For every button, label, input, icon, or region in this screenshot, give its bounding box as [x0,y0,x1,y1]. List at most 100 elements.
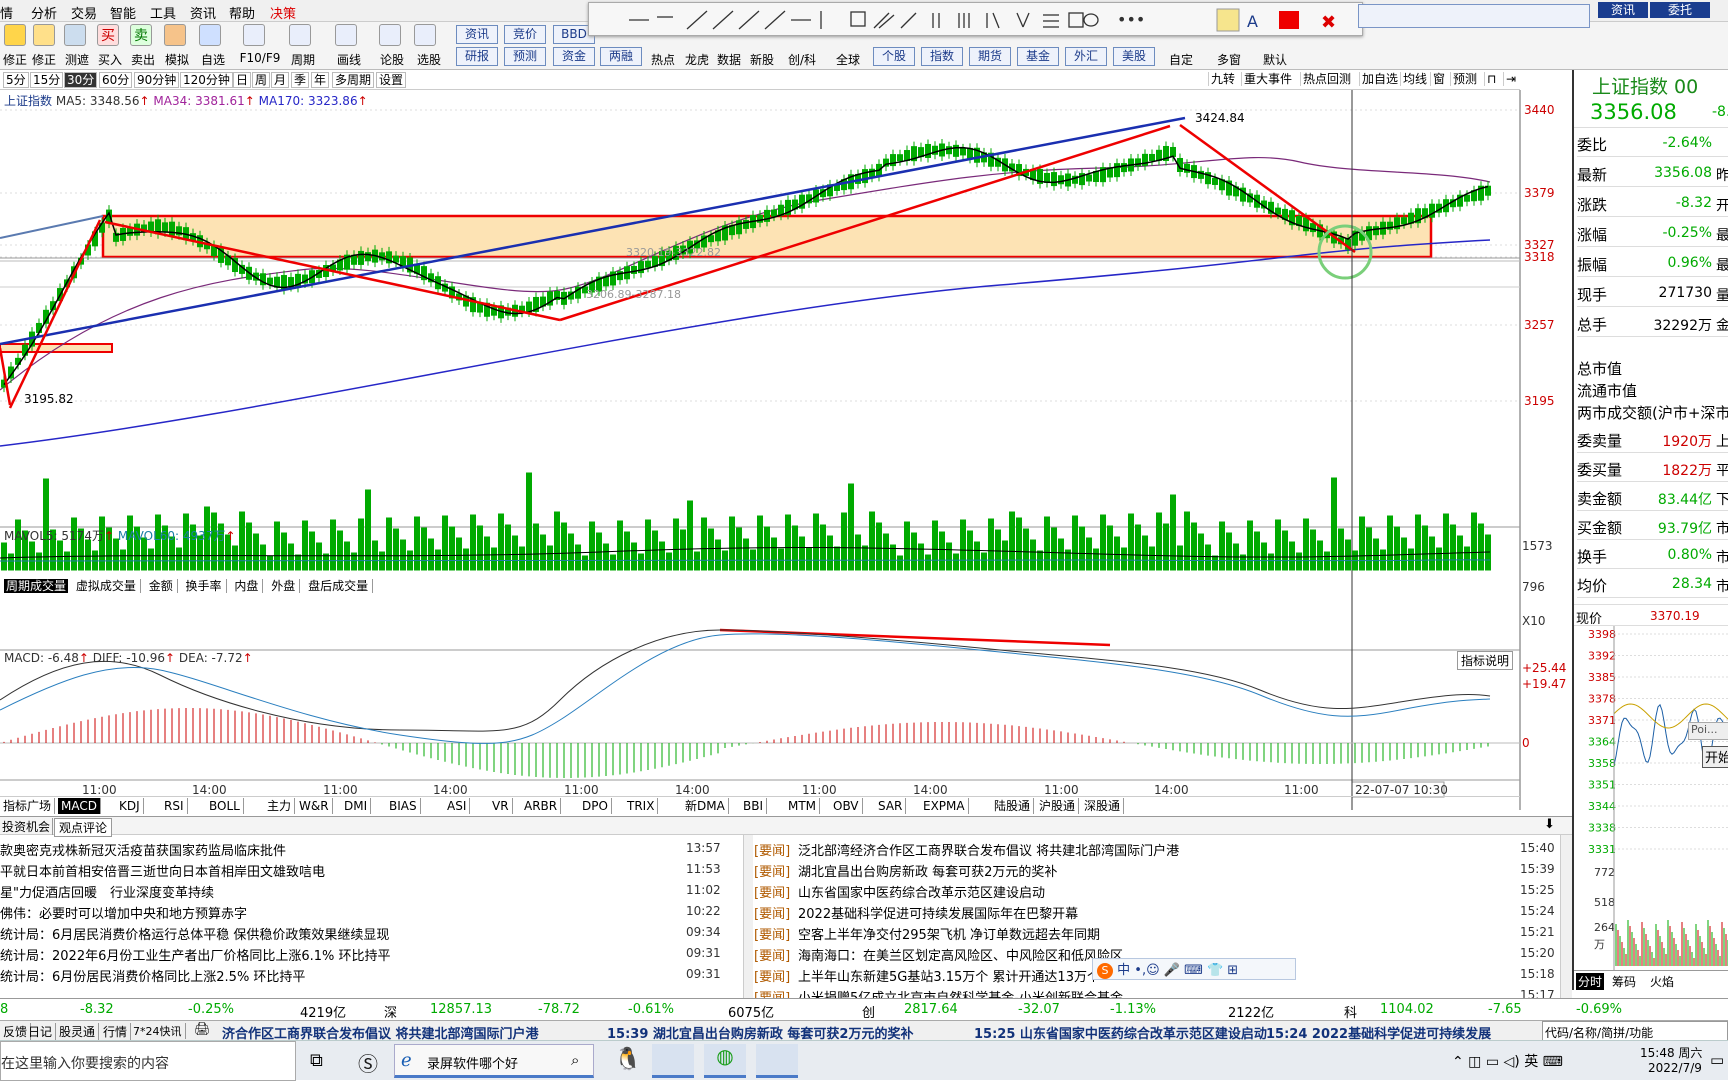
vol-tab-period[interactable]: 周期成交量 [4,579,69,593]
data-button[interactable]: 数据 [714,51,744,68]
lock-icon[interactable]: ⊓ [1484,72,1496,86]
kline-chart-svg[interactable]: 3440337933273318325731951573796X10+25.44… [0,90,1572,810]
indicator-tab[interactable]: 深股通 [1081,798,1125,814]
watchlist-icon[interactable] [199,24,221,46]
ime-toolbar[interactable]: S 中 •,☺ 🎤 ⌨ 👕 ⊞ [1092,958,1296,980]
news-left-item[interactable]: 统计局：6月居民消费价格运行总体平稳 保供稳价政策效果继续显现 [0,924,389,943]
indicator-tab[interactable]: ARBR [521,798,562,814]
f10-icon[interactable] [243,24,265,46]
indicator-tab[interactable]: ASI [444,798,471,814]
vol-tab-virtual[interactable]: 虚拟成交量 [71,579,141,593]
stock-button[interactable]: 个股 [873,47,915,66]
menu-item-smart[interactable]: 智能 [110,3,136,22]
period-90m[interactable]: 90分钟 [134,72,180,88]
sell-icon[interactable]: 卖 [130,24,152,46]
indicator-tab[interactable]: VR [489,798,513,814]
menu-item-analysis[interactable]: 分析 [31,3,57,22]
news-right-item[interactable]: 泛北部湾经济合作区工商界联合发布倡议 将共建北部湾国际门户港 [798,840,1179,859]
ticker-quotes[interactable]: 行情 [100,1023,132,1040]
intraday-mini-chart[interactable]: 3398 3392 3385 3378 3371 3364 3358 3351 3344 3338… [1574,626,1728,970]
toolbar-label-watchlist[interactable]: 自选 [198,51,228,68]
hot-button[interactable]: 热点 [648,51,678,68]
indicator-tab[interactable]: MTM [785,798,821,814]
default-button[interactable]: 默认 [1260,51,1290,68]
fix-icon[interactable] [33,24,55,46]
news-left-item[interactable]: 统计局：2022年6月份工业生产者出厂价格同比上涨6.1% 环比持平 [0,945,391,964]
toolbar-label-simulate[interactable]: 模拟 [162,51,192,68]
kline-chart-area[interactable]: 3440 3379 3327 3318 3257 3195 1573 796 X10 +25.44… [0,90,1572,810]
toolbar-label-period[interactable]: 周期 [288,51,318,68]
collapse-icon[interactable]: ⇥ [1503,72,1516,86]
taskbar-ie-item[interactable]: ℯ 录屏软件哪个好 ⌕ [394,1044,594,1078]
toolbar-label-f10[interactable]: F10/F9 [238,51,282,65]
taskbar-search[interactable]: 在这里输入你要搜索的内容 [0,1041,296,1081]
news-left-item[interactable]: 佛伟：必要时可以增加中央和地方预算赤字 [0,903,247,922]
period-5m[interactable]: 5分 [3,72,29,88]
news-right-item[interactable]: 海南海口：在美兰区划定高风险区、中风险区和低风险区 [798,945,1123,964]
news-left-scrollbar[interactable] [743,835,753,999]
toolbar-label-discuss[interactable]: 论股 [377,51,407,68]
window-tools-bar[interactable] [1358,4,1590,28]
toolbar-label-1[interactable]: 修正 [0,51,30,68]
forex-button[interactable]: 外汇 [1065,47,1107,66]
index-button[interactable]: 指数 [921,47,963,66]
tool-window[interactable]: 窗 [1430,72,1445,86]
indicator-tab[interactable]: BIAS [386,798,421,814]
tool-add-watch[interactable]: 加自选 [1359,72,1398,86]
indicator-tab[interactable]: 陆股通 [991,798,1035,814]
order-badge[interactable]: 委托 [1650,2,1710,18]
mini-tab-chips[interactable]: 筹码 [1610,973,1638,990]
tool-forecast[interactable]: 预测 [1450,72,1477,86]
indicator-tab[interactable]: OBV [830,798,863,814]
ticker-flash[interactable]: 7*24快讯 [130,1023,186,1039]
stock-picker-icon[interactable] [414,24,436,46]
mini-tab-intraday[interactable]: 分时 [1576,973,1605,990]
indicator-help-button[interactable]: 指标说明 [1457,651,1514,670]
news-right-item[interactable]: 2022基础科学促进可持续发展国际年在巴黎开幕 [798,903,1078,922]
app-s-icon[interactable]: Ⓢ [358,1048,378,1077]
start-popup[interactable]: 开始 [1702,746,1728,768]
menu-item-trade[interactable]: 交易 [71,3,97,22]
task-view-icon[interactable]: ⧉ [310,1050,323,1071]
indicator-tab[interactable]: DPO [579,798,612,814]
mini-tab-flame[interactable]: 火焰 [1648,973,1676,990]
toolbar-label-measure[interactable]: 测遮 [62,51,92,68]
period-settings[interactable]: 设置 [376,72,407,88]
period-season[interactable]: 季 [291,72,310,88]
measure-icon[interactable] [64,24,86,46]
code-search-input[interactable]: 代码/名称/简拼/功能 [1542,1021,1728,1041]
ipo-button[interactable]: 新股 [747,51,777,68]
fund2-button[interactable]: 基金 [1017,47,1059,66]
vol-tab-amount[interactable]: 金额 [144,579,178,593]
vol-tab-after[interactable]: 盘后成交量 [304,579,374,593]
menu-item-info[interactable]: 资讯 [190,3,216,22]
buy-icon[interactable]: 买 [97,24,119,46]
tool-hot-backtest[interactable]: 热点回测 [1300,72,1351,86]
discuss-icon[interactable] [379,24,401,46]
futures-button[interactable]: 期货 [969,47,1011,66]
indicator-tab[interactable]: RSI [161,798,188,814]
indicator-tab[interactable]: BBI [740,798,768,814]
qq-icon[interactable]: 🐧 [614,1047,641,1072]
draw-icon[interactable] [335,24,357,46]
period-60m[interactable]: 60分 [99,72,133,88]
period-day[interactable]: 日 [233,72,252,88]
news-right-item[interactable]: 湖北宜昌出台购房新政 每套可获2万元的奖补 [798,861,1057,880]
toolbar-label-draw[interactable]: 画线 [334,51,364,68]
global-button[interactable]: 全球 [833,51,863,68]
news-right-item[interactable]: 上半年山东新建5G基站3.15万个 累计开通达13万个 [798,966,1100,985]
auction-button[interactable]: 竞价 [504,25,546,44]
indicator-tab[interactable]: MACD [58,798,101,814]
tool-major-events[interactable]: 重大事件 [1241,72,1292,86]
tray-icons[interactable]: ⌃ ◫ ▭ ◁) 英 ⌨ [1452,1051,1563,1071]
menu-item-help[interactable]: 帮助 [229,3,255,22]
forecast-button[interactable]: 预测 [504,47,546,66]
indicator-tab[interactable]: TRIX [624,798,659,814]
news-tab-opportunity[interactable]: 投资机会 [0,818,54,835]
download-icon[interactable]: ⬇ [1544,817,1555,832]
ime-mode[interactable]: 中 [1117,963,1130,978]
toolbar-label-sell[interactable]: 卖出 [128,51,158,68]
ticker-diary[interactable]: 日记 [25,1023,57,1040]
news-badge[interactable]: 资讯 [1598,2,1648,18]
multiwindow-button[interactable]: 多窗 [1214,51,1244,68]
